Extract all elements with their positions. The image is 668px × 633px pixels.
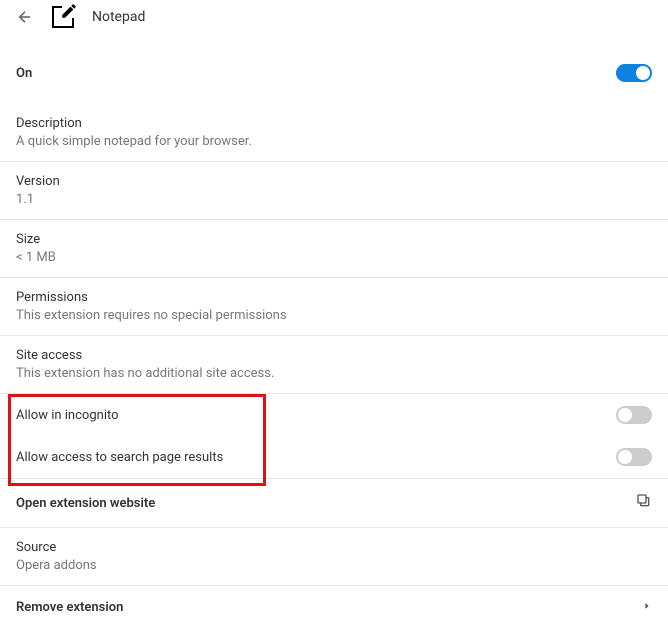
search-access-toggle[interactable] [616, 448, 652, 466]
version-section: Version 1.1 [0, 162, 668, 220]
incognito-label: Allow in incognito [16, 408, 119, 423]
chevron-right-icon [642, 600, 652, 615]
search-access-row: Allow access to search page results [0, 436, 668, 478]
description-section: Description A quick simple notepad for y… [0, 104, 668, 162]
external-link-icon [636, 493, 652, 513]
permissions-text: This extension requires no special permi… [16, 308, 652, 323]
description-label: Description [16, 116, 652, 131]
status-label: On [16, 66, 32, 81]
version-value: 1.1 [16, 192, 652, 207]
arrow-left-icon [16, 8, 34, 26]
source-section: Source Opera addons [0, 528, 668, 586]
site-access-section: Site access This extension has no additi… [0, 336, 668, 394]
open-website-row[interactable]: Open extension website [0, 479, 668, 528]
incognito-row: Allow in incognito [0, 394, 668, 436]
source-value: Opera addons [16, 558, 652, 573]
enable-toggle[interactable] [616, 64, 652, 82]
open-website-label: Open extension website [16, 496, 155, 511]
search-access-label: Allow access to search page results [16, 450, 223, 465]
incognito-toggle[interactable] [616, 406, 652, 424]
remove-extension-row[interactable]: Remove extension [0, 586, 668, 629]
permissions-section: Permissions This extension requires no s… [0, 278, 668, 336]
site-access-text: This extension has no additional site ac… [16, 366, 652, 381]
size-section: Size < 1 MB [0, 220, 668, 278]
permissions-label: Permissions [16, 290, 652, 305]
size-value: < 1 MB [16, 250, 652, 265]
back-button[interactable] [16, 8, 34, 26]
source-label: Source [16, 540, 652, 555]
extension-title: Notepad [92, 9, 145, 25]
version-label: Version [16, 174, 652, 189]
extension-header: Notepad [0, 0, 668, 34]
notepad-icon [52, 6, 74, 28]
description-text: A quick simple notepad for your browser. [16, 134, 652, 149]
remove-extension-label: Remove extension [16, 600, 123, 615]
status-row: On [0, 52, 668, 98]
size-label: Size [16, 232, 652, 247]
site-access-label: Site access [16, 348, 652, 363]
